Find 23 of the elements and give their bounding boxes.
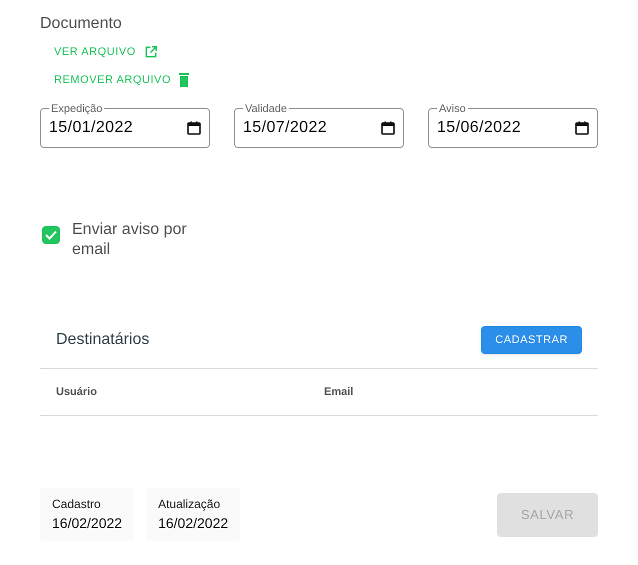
- field-label: Expedição: [49, 101, 104, 117]
- checkbox[interactable]: [42, 226, 60, 244]
- column-header: Usuário: [56, 384, 98, 400]
- external-link-icon: [144, 45, 158, 59]
- info-value: 16/02/2022: [158, 514, 228, 533]
- trash-icon: [179, 73, 190, 87]
- calendar-icon: [575, 121, 589, 135]
- checkbox-label: Enviar aviso por email: [72, 220, 188, 260]
- field-value: 15/01/2022: [49, 118, 134, 138]
- field-value: 15/06/2022: [437, 118, 522, 138]
- calendar-icon: [187, 121, 201, 135]
- file-action-link[interactable]: REMOVER ARQUIVO: [54, 68, 190, 92]
- info-label: Atualização: [158, 496, 222, 513]
- calendar-icon: [381, 121, 395, 135]
- register-button[interactable]: CADASTRAR: [481, 326, 582, 354]
- column-header: Email: [324, 384, 354, 400]
- file-action-link[interactable]: VER ARQUIVO: [54, 40, 158, 64]
- recipients-title: Destinatários: [56, 330, 150, 350]
- info-label: Cadastro: [52, 496, 102, 513]
- info-value: 16/02/2022: [52, 514, 122, 533]
- field-value: 15/07/2022: [243, 118, 328, 138]
- checkmark-icon: [45, 230, 57, 240]
- section-title: Documento: [40, 14, 123, 34]
